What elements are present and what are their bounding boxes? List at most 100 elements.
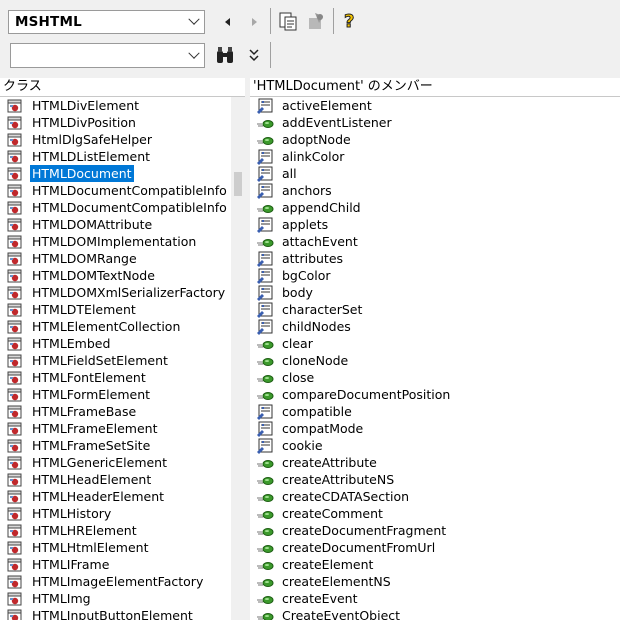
back-arrow-icon[interactable] (217, 11, 239, 33)
member-list-item-row[interactable]: createDocumentFragment (250, 522, 620, 539)
copy-to-clipboard-icon[interactable] (277, 10, 299, 32)
member-list-item-row[interactable]: createElement (250, 556, 620, 573)
member-list-item-row[interactable]: attributes (250, 250, 620, 267)
member-list-item-row[interactable]: cookie (250, 437, 620, 454)
member-list-item-row[interactable]: close (250, 369, 620, 386)
class-list-item-row[interactable]: HTMLFrameBase (0, 403, 231, 420)
member-list-item-row[interactable]: createElementNS (250, 573, 620, 590)
member-list-item-row[interactable]: childNodes (250, 318, 620, 335)
member-list-item-row[interactable]: compareDocumentPosition (250, 386, 620, 403)
class-list-item-row[interactable]: HTMLDivPosition (0, 114, 231, 131)
double-chevron-icon[interactable] (243, 44, 265, 66)
class-list-item-row[interactable]: HTMLDOMImplementation (0, 233, 231, 250)
member-list-item-label: childNodes (282, 319, 351, 334)
class-list-item-row[interactable]: HTMLDocument (0, 165, 231, 182)
class-list-item-row[interactable]: HTMLFrameSetSite (0, 437, 231, 454)
method-icon (256, 523, 274, 539)
class-list-item-row[interactable]: HTMLFieldSetElement (0, 352, 231, 369)
chevron-down-icon[interactable] (184, 44, 204, 67)
classes-list[interactable]: HTMLDivElement HTMLDivPosition HtmlDlgSafe… (0, 97, 231, 620)
class-module-icon (6, 115, 24, 131)
class-list-item-row[interactable]: HtmlDlgSafeHelper (0, 131, 231, 148)
member-list-item-row[interactable]: anchors (250, 182, 620, 199)
class-list-item-row[interactable]: HTMLFrameElement (0, 420, 231, 437)
class-list-item-row[interactable]: HTMLInputButtonElement (0, 607, 231, 620)
class-module-icon (6, 234, 24, 250)
member-list-item-row[interactable]: body (250, 284, 620, 301)
library-combo[interactable]: MSHTML (8, 10, 205, 34)
member-list-item-row[interactable]: alinkColor (250, 148, 620, 165)
member-list-item-row[interactable]: createEvent (250, 590, 620, 607)
class-list-item-row[interactable]: HTMLDTElement (0, 301, 231, 318)
member-list-item-label: addEventListener (282, 115, 392, 130)
member-list-item-row[interactable]: createComment (250, 505, 620, 522)
class-list-item-row[interactable]: HTMLDocumentCompatibleInfo (0, 182, 231, 199)
class-list-item-row[interactable]: HTMLEmbed (0, 335, 231, 352)
member-list-item-row[interactable]: compatible (250, 403, 620, 420)
binoculars-search-icon[interactable] (214, 44, 236, 66)
member-list-item-row[interactable]: bgColor (250, 267, 620, 284)
view-definition-icon[interactable] (305, 10, 327, 32)
property-icon (256, 98, 274, 114)
property-icon (256, 319, 274, 335)
class-list-item-row[interactable]: HTMLHtmlElement (0, 539, 231, 556)
member-list-item-row[interactable]: applets (250, 216, 620, 233)
member-list-item-row[interactable]: attachEvent (250, 233, 620, 250)
property-icon (256, 438, 274, 454)
class-list-item-row[interactable]: HTMLHistory (0, 505, 231, 522)
class-list-item-label: HTMLFrameSetSite (32, 438, 151, 453)
class-list-item-row[interactable]: HTMLDListElement (0, 148, 231, 165)
class-module-icon (6, 523, 24, 539)
member-list-item-row[interactable]: CreateEventObject (250, 607, 620, 620)
member-list-item-label: clear (282, 336, 313, 351)
member-list-item-row[interactable]: adoptNode (250, 131, 620, 148)
class-module-icon (6, 438, 24, 454)
member-list-item-label: alinkColor (282, 149, 345, 164)
class-list-item-label: HTMLDOMTextNode (32, 268, 155, 283)
class-list-item-label: HTMLImg (32, 591, 91, 606)
class-list-item-row[interactable]: HTMLDOMAttribute (0, 216, 231, 233)
search-combo[interactable] (10, 43, 205, 68)
method-icon (256, 591, 274, 607)
member-list-item-row[interactable]: appendChild (250, 199, 620, 216)
method-icon (256, 455, 274, 471)
member-list-item-row[interactable]: createAttributeNS (250, 471, 620, 488)
member-list-item-row[interactable]: activeElement (250, 97, 620, 114)
member-list-item-row[interactable]: createCDATASection (250, 488, 620, 505)
member-list-item-label: CreateEventObject (282, 608, 401, 620)
class-list-item-row[interactable]: HTMLElementCollection (0, 318, 231, 335)
member-list-item-row[interactable]: addEventListener (250, 114, 620, 131)
class-list-item-row[interactable]: HTMLDOMRange (0, 250, 231, 267)
member-list-item-row[interactable]: all (250, 165, 620, 182)
member-list-item-row[interactable]: cloneNode (250, 352, 620, 369)
property-icon (256, 149, 274, 165)
class-list-item-row[interactable]: HTMLDOMXmlSerializerFactory (0, 284, 231, 301)
class-list-item-row[interactable]: HTMLGenericElement (0, 454, 231, 471)
member-list-item-row[interactable]: characterSet (250, 301, 620, 318)
property-icon (256, 268, 274, 284)
class-module-icon (6, 183, 24, 199)
classes-scrollbar[interactable] (231, 97, 245, 620)
help-icon[interactable]: ? (339, 10, 361, 33)
member-list-item-row[interactable]: compatMode (250, 420, 620, 437)
class-list-item-row[interactable]: HTMLFormElement (0, 386, 231, 403)
class-list-item-row[interactable]: HTMLHeadElement (0, 471, 231, 488)
member-list-item-row[interactable]: createAttribute (250, 454, 620, 471)
class-list-item-row[interactable]: HTMLHRElement (0, 522, 231, 539)
class-list-item-row[interactable]: HTMLFontElement (0, 369, 231, 386)
members-list[interactable]: activeElement addEventListener adoptNode al… (250, 97, 620, 620)
class-list-item-row[interactable]: HTMLImageElementFactory (0, 573, 231, 590)
member-list-item-row[interactable]: clear (250, 335, 620, 352)
class-list-item-row[interactable]: HTMLImg (0, 590, 231, 607)
class-list-item-row[interactable]: HTMLDOMTextNode (0, 267, 231, 284)
class-list-item-row[interactable]: HTMLIFrame (0, 556, 231, 573)
class-list-item-label: HTMLDOMXmlSerializerFactory (32, 285, 226, 300)
class-list-item-row[interactable]: HTMLDocumentCompatibleInfo (0, 199, 231, 216)
scrollbar-thumb[interactable] (234, 172, 242, 196)
class-list-item-row[interactable]: HTMLDivElement (0, 97, 231, 114)
chevron-down-icon[interactable] (184, 11, 204, 33)
forward-arrow-icon[interactable] (243, 11, 265, 33)
method-icon (256, 506, 274, 522)
member-list-item-row[interactable]: createDocumentFromUrl (250, 539, 620, 556)
class-list-item-row[interactable]: HTMLHeaderElement (0, 488, 231, 505)
